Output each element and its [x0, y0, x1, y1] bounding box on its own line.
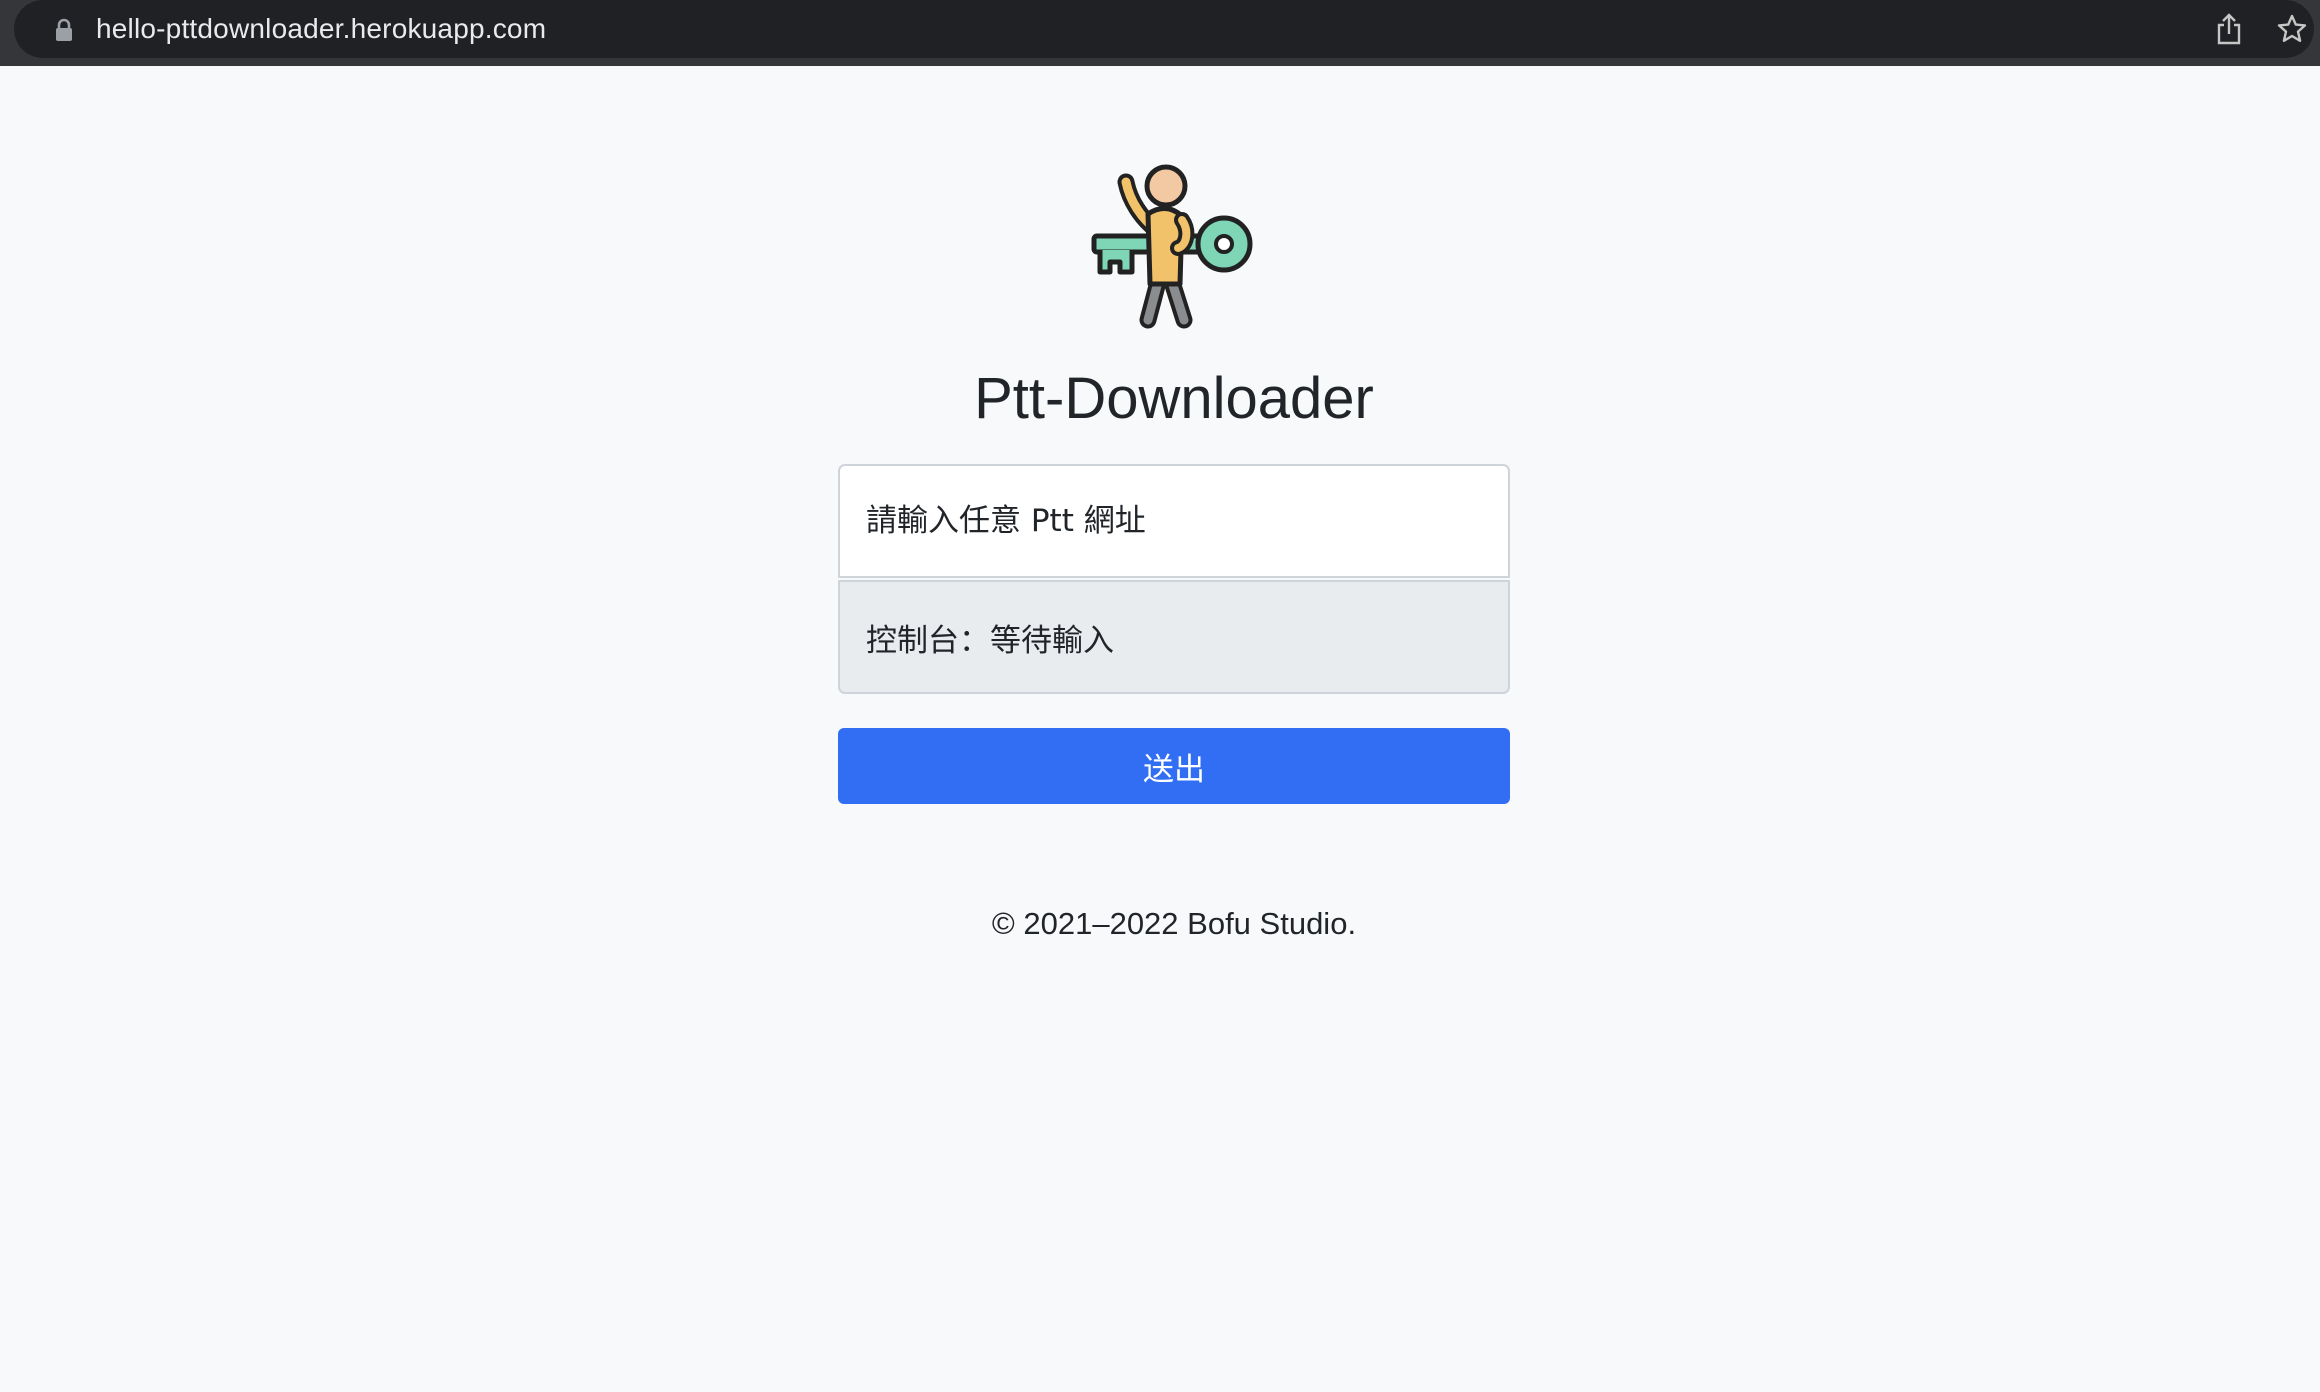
console-output: 控制台：等待輸入 [838, 580, 1510, 694]
browser-toolbar: hello-pttdownloader.herokuapp.com [0, 0, 2320, 66]
page-content: Ptt-Downloader 控制台：等待輸入 送出 © 2021–2022 B… [0, 66, 2320, 1392]
person-with-key-logo [1091, 164, 1253, 329]
share-icon[interactable] [2214, 12, 2244, 46]
console-status-text: 控制台：等待輸入 [866, 622, 1114, 659]
lock-icon[interactable] [54, 18, 74, 42]
page-title: Ptt-Downloader [974, 366, 1374, 431]
ptt-url-input[interactable] [838, 464, 1510, 578]
submit-button[interactable]: 送出 [838, 728, 1510, 804]
address-bar-url[interactable]: hello-pttdownloader.herokuapp.com [96, 11, 546, 47]
address-bar[interactable]: hello-pttdownloader.herokuapp.com [14, 0, 2314, 58]
copyright-footer: © 2021–2022 Bofu Studio. [991, 906, 1357, 941]
star-icon[interactable] [2276, 13, 2308, 45]
